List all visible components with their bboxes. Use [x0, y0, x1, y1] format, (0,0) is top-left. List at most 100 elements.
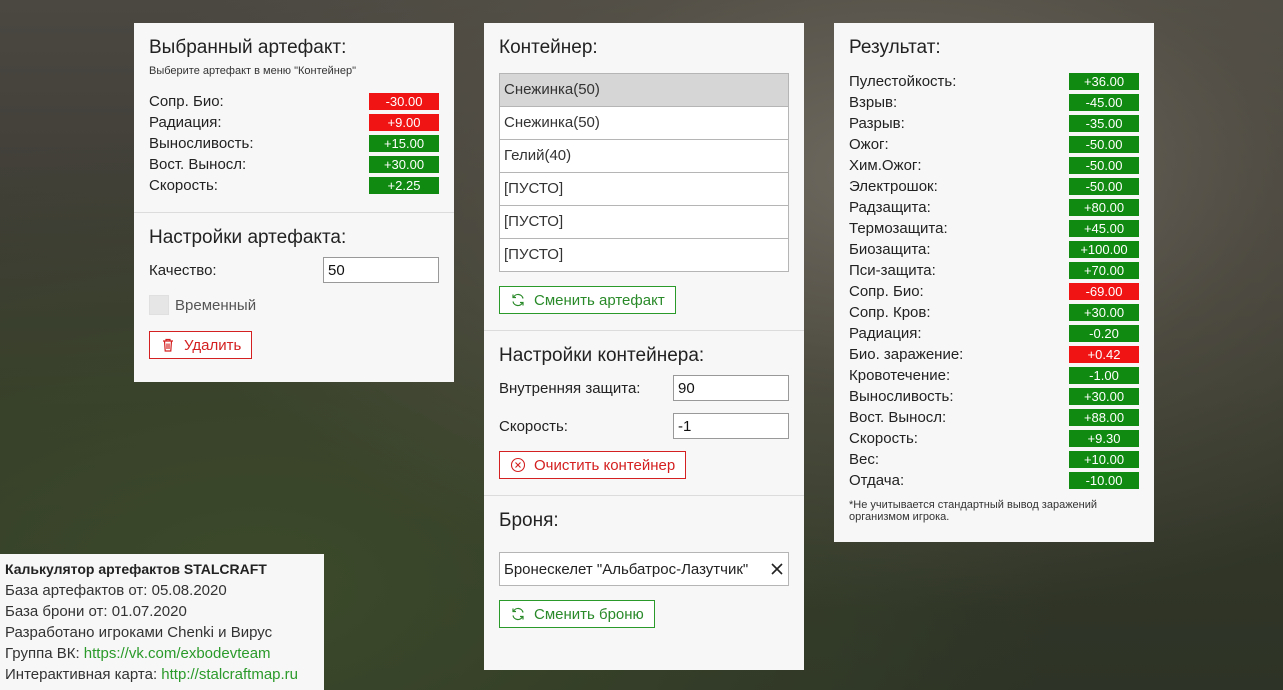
stat-label: Выносливость: — [849, 388, 954, 405]
result-stat-row: Разрыв: -35.00 — [849, 113, 1139, 134]
container-slot-list: Снежинка(50) Снежинка(50) Гелий(40) [ПУСТО]… — [499, 73, 789, 272]
quality-input[interactable] — [323, 257, 439, 283]
stat-label: Вес: — [849, 451, 880, 468]
result-stat-row: Сопр. Био: -69.00 — [849, 281, 1139, 302]
close-icon[interactable] — [770, 562, 784, 576]
delete-button[interactable]: Удалить — [149, 331, 253, 359]
result-stat-row: Выносливость: +30.00 — [849, 386, 1139, 407]
stat-label: Разрыв: — [849, 115, 905, 132]
container-settings-title: Настройки контейнера: — [499, 345, 705, 366]
result-stat-row: Био. заражение: +0.42 — [849, 344, 1139, 365]
protection-label: Внутренняя защита: — [499, 379, 641, 397]
clear-container-button[interactable]: Очистить контейнер — [499, 451, 687, 479]
stat-label: Биозащита: — [849, 241, 931, 258]
artifact-settings-title: Настройки артефакта: — [149, 227, 347, 248]
result-stat-row: Радзащита: +80.00 — [849, 197, 1139, 218]
selected-artifact-stats: Сопр. Био: -30.00 Радиация: +9.00 Выносливос… — [149, 91, 439, 196]
map-link[interactable]: http://stalcraftmap.ru — [161, 666, 298, 683]
stat-label: Взрыв: — [849, 94, 898, 111]
selected-stat-row: Вост. Выносл: +30.00 — [149, 154, 439, 175]
container-slot[interactable]: [ПУСТО] — [500, 206, 788, 239]
stat-label: Пулестойкость: — [849, 73, 957, 90]
stat-value-badge: +45.00 — [1069, 220, 1139, 237]
stat-value-badge: -45.00 — [1069, 94, 1139, 111]
result-stats: Пулестойкость: +36.00 Взрыв: -45.00 Разрыв: -… — [849, 71, 1139, 491]
container-slot[interactable]: Гелий(40) — [500, 140, 788, 173]
protection-input[interactable] — [673, 375, 789, 401]
result-panel: Результат: Пулестойкость: +36.00 Взрыв: -45… — [834, 23, 1154, 542]
armor-select[interactable]: Бронескелет "Альбатрос-Лазутчик" — [499, 552, 789, 586]
stat-value-badge: -50.00 — [1069, 157, 1139, 174]
stat-label: Ожог: — [849, 136, 889, 153]
result-stat-row: Скорость: +9.30 — [849, 428, 1139, 449]
selected-artifact-title: Выбранный артефакт: — [149, 37, 347, 58]
result-stat-row: Вост. Выносл: +88.00 — [849, 407, 1139, 428]
selected-stat-row: Выносливость: +15.00 — [149, 133, 439, 154]
container-slot[interactable]: [ПУСТО] — [500, 239, 788, 271]
container-slot[interactable]: [ПУСТО] — [500, 173, 788, 206]
stat-value-badge: +30.00 — [1069, 304, 1139, 321]
map-row: Интерактивная карта: http://stalcraftmap… — [5, 664, 319, 685]
result-stat-row: Электрошок: -50.00 — [849, 176, 1139, 197]
result-stat-row: Хим.Ожог: -50.00 — [849, 155, 1139, 176]
temporary-checkbox[interactable] — [149, 295, 169, 315]
quality-row: Качество: — [149, 257, 439, 283]
refresh-icon — [512, 607, 524, 621]
container-panel: Контейнер: Снежинка(50) Снежинка(50) Гелий… — [484, 23, 804, 670]
stat-value-badge: -50.00 — [1069, 178, 1139, 195]
result-title: Результат: — [849, 37, 941, 58]
stat-label: Радиация: — [149, 114, 222, 131]
container-speed-row: Скорость: — [499, 413, 789, 439]
stat-label: Скорость: — [149, 177, 218, 194]
clear-container-label: Очистить контейнер — [534, 456, 676, 474]
container-slot[interactable]: Снежинка(50) — [500, 74, 788, 107]
result-stat-row: Вес: +10.00 — [849, 449, 1139, 470]
change-armor-button[interactable]: Сменить броню — [499, 600, 655, 628]
refresh-icon — [512, 293, 524, 307]
container-section: Контейнер: Снежинка(50) Снежинка(50) Гелий… — [484, 23, 804, 331]
stat-value-badge: +10.00 — [1069, 451, 1139, 468]
stat-value-badge: +15.00 — [369, 135, 439, 152]
result-stat-row: Пулестойкость: +36.00 — [849, 71, 1139, 92]
stat-value-badge: +30.00 — [369, 156, 439, 173]
selected-artifact-hint: Выберите артефакт в меню "Контейнер" — [149, 65, 356, 77]
armor-value: Бронескелет "Альбатрос-Лазутчик" — [504, 560, 749, 578]
temporary-label: Временный — [175, 296, 257, 314]
stat-value-badge: +36.00 — [1069, 73, 1139, 90]
result-stat-row: Отдача: -10.00 — [849, 470, 1139, 491]
stat-label: Сопр. Био: — [849, 283, 924, 300]
developers-credit: Разработано игроками Chenki и Вирус — [5, 624, 273, 641]
result-stat-row: Кровотечение: -1.00 — [849, 365, 1139, 386]
stat-value-badge: +9.00 — [369, 114, 439, 131]
trash-icon — [163, 338, 173, 352]
result-stat-row: Радиация: -0.20 — [849, 323, 1139, 344]
selected-artifact-panel: Выбранный артефакт: Выберите артефакт в … — [134, 23, 454, 382]
stat-value-badge: +70.00 — [1069, 262, 1139, 279]
result-stat-row: Взрыв: -45.00 — [849, 92, 1139, 113]
selected-artifact-section: Выбранный артефакт: Выберите артефакт в … — [134, 23, 454, 213]
stat-label: Радиация: — [849, 325, 922, 342]
container-title: Контейнер: — [499, 37, 598, 58]
result-stat-row: Термозащита: +45.00 — [849, 218, 1139, 239]
result-stat-row: Биозащита: +100.00 — [849, 239, 1139, 260]
result-stat-row: Сопр. Кров: +30.00 — [849, 302, 1139, 323]
vk-link[interactable]: https://vk.com/exbodevteam — [84, 645, 271, 662]
stat-label: Электрошок: — [849, 178, 938, 195]
stat-value-badge: +30.00 — [1069, 388, 1139, 405]
container-slot[interactable]: Снежинка(50) — [500, 107, 788, 140]
container-speed-input[interactable] — [673, 413, 789, 439]
selected-stat-row: Скорость: +2.25 — [149, 175, 439, 196]
result-footnote: *Не учитывается стандартный вывод зараже… — [849, 499, 1098, 523]
stat-value-badge: +2.25 — [369, 177, 439, 194]
stat-label: Термозащита: — [849, 220, 948, 237]
temporary-row[interactable]: Временный — [149, 295, 439, 315]
stat-value-badge: -35.00 — [1069, 115, 1139, 132]
result-stat-row: Ожог: -50.00 — [849, 134, 1139, 155]
change-artifact-button[interactable]: Сменить артефакт — [499, 286, 676, 314]
container-speed-label: Скорость: — [499, 417, 568, 435]
selected-stat-row: Сопр. Био: -30.00 — [149, 91, 439, 112]
container-settings-section: Настройки контейнера: Внутренняя защита:… — [484, 331, 804, 496]
stat-label: Радзащита: — [849, 199, 931, 216]
stat-label: Кровотечение: — [849, 367, 951, 384]
stat-value-badge: -0.20 — [1069, 325, 1139, 342]
